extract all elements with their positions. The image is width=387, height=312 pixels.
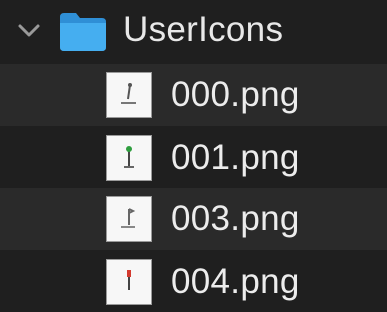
chevron-down-icon[interactable] — [16, 18, 42, 44]
folder-icon — [60, 13, 106, 51]
file-name: 000.png — [171, 75, 300, 114]
image-file-icon — [106, 135, 152, 181]
folder-row-usericons[interactable]: UserIcons — [0, 0, 387, 64]
file-row-004[interactable]: 004.png — [0, 250, 387, 312]
file-name: 004.png — [171, 262, 300, 301]
image-file-icon — [106, 196, 152, 242]
file-tree: UserIcons 000.png 001.png 003.png 004.pn… — [0, 0, 387, 305]
image-file-icon — [106, 72, 152, 118]
image-file-icon — [106, 259, 152, 305]
file-name: 001.png — [171, 138, 300, 177]
folder-name: UserIcons — [123, 10, 284, 49]
file-row-001[interactable]: 001.png — [0, 126, 387, 188]
file-row-003[interactable]: 003.png — [0, 188, 387, 250]
file-name: 003.png — [171, 199, 300, 238]
file-row-000[interactable]: 000.png — [0, 64, 387, 126]
